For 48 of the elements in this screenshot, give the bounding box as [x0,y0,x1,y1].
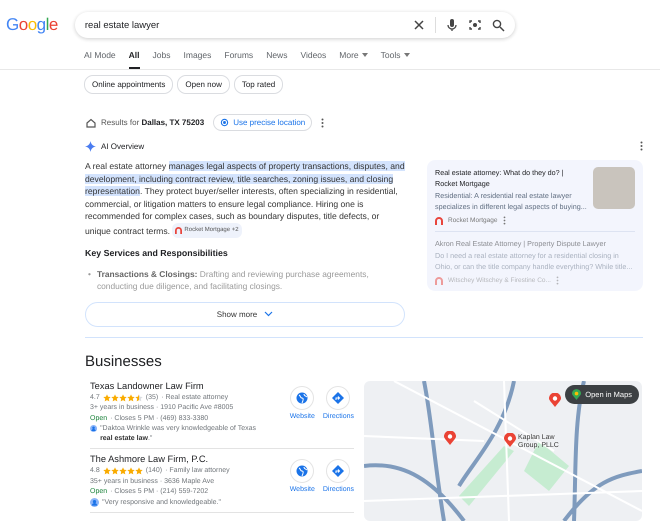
google-logo[interactable]: Google [6,15,58,35]
close-icon[interactable] [412,19,425,31]
target-icon [220,118,230,127]
bullet-item: Transactions & Closings: Drafting and reviewing purchase agreements, conducting due diligence, and facilitating closings. [96,268,370,292]
more-icon[interactable] [640,141,643,151]
search-tab[interactable]: AI Mode [84,50,116,69]
search-tab[interactable]: News [266,50,288,69]
search-tab[interactable]: More [339,50,368,69]
globe-icon [296,465,308,478]
search-tab[interactable]: Images [184,50,212,69]
site-logo-icon [435,276,443,284]
more-icon[interactable] [321,118,324,128]
house-icon [86,118,96,128]
search-icon[interactable] [492,18,505,32]
show-more-button[interactable]: Show more [85,302,405,327]
directions-icon [332,465,344,478]
search-field[interactable]: real estate lawyer [74,12,515,38]
ai-overview-title: AI Overview [101,142,144,151]
location-text: Results for Dallas, TX 75203 [101,118,204,127]
camera-icon[interactable] [468,18,482,32]
section-title: Businesses [85,352,163,370]
business-name[interactable]: The Ashmore Law Firm, P.C. [90,454,290,464]
map-pin-icon [572,388,582,400]
directions-icon [332,392,344,404]
search-tab[interactable]: Tools [380,50,410,69]
microphone-icon[interactable] [446,18,458,32]
globe-icon [296,392,308,404]
filter-chip[interactable]: Online appointments [84,75,174,94]
precise-location-button[interactable]: Use precise location [213,114,312,131]
person-icon [90,424,98,434]
map-pin-icon[interactable] [549,392,561,407]
map-pin-icon[interactable] [504,432,516,447]
chevron-down-icon [264,311,274,318]
map-drawing[interactable] [364,380,642,521]
map-pin-icon[interactable] [444,430,456,445]
section-heading: Key Services and Responsibilities [85,248,229,258]
sparkle-icon [85,141,96,152]
bullet-marker: • [88,268,91,281]
more-icon[interactable] [502,216,506,225]
search-tab[interactable]: Jobs [152,50,170,69]
search-tab[interactable]: Forums [224,50,254,69]
search-tab[interactable]: Videos [300,50,326,69]
person-icon [90,498,99,507]
filter-chip[interactable]: Top rated [234,75,284,94]
site-logo-icon [175,226,182,234]
site-logo-icon [435,216,443,224]
filter-chip[interactable]: Open now [177,75,230,94]
business-name[interactable]: Texas Landowner Law Firm [90,380,290,391]
